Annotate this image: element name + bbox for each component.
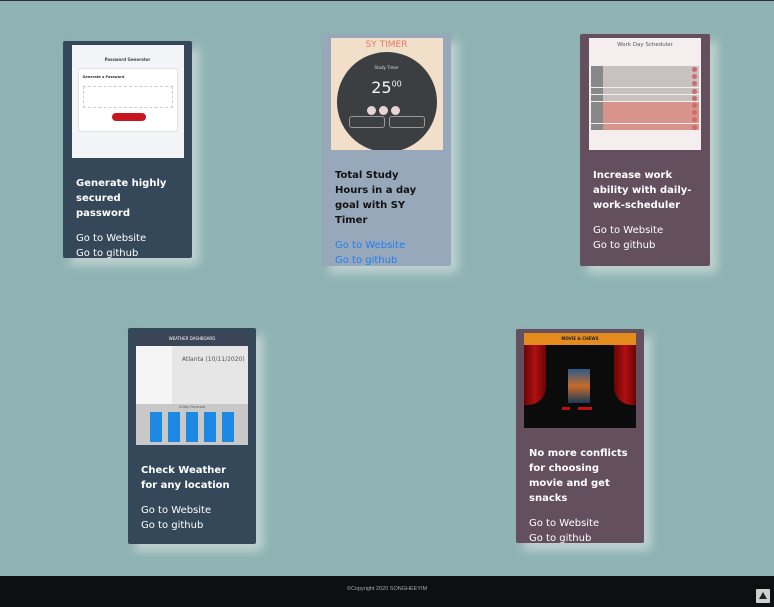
preview-heading: WEATHER DASHBOARD — [136, 332, 248, 346]
copyright-text: ©Copyright 2020 SONGHEEYIM — [346, 586, 428, 592]
project-card-sy-timer: SY TIMER Study Timer 2500 Total Study Ho… — [322, 34, 451, 266]
preview-forecast-label: 5-Day Forecast — [178, 405, 206, 409]
website-link[interactable]: Go to Website — [529, 516, 636, 531]
website-link[interactable]: Go to Website — [335, 238, 443, 253]
github-link[interactable]: Go to github — [141, 518, 248, 533]
movie-chews-preview-image: MOVIE & CHEWS — [524, 333, 636, 428]
github-link[interactable]: Go to github — [529, 531, 636, 546]
footer: ©Copyright 2020 SONGHEEYIM — [0, 576, 774, 607]
sy-timer-preview-image: SY TIMER Study Timer 2500 — [330, 38, 443, 150]
timer-display: 2500 — [371, 78, 402, 97]
preview-panel: Generate a Password — [77, 68, 178, 132]
timer-option-right — [388, 116, 425, 128]
movie-poster — [568, 369, 590, 403]
preview-header-bar: MOVIE & CHEWS — [524, 333, 636, 345]
scheduler-rows — [591, 66, 699, 131]
project-card-password-generator: Password Generator Generate a Password G… — [63, 41, 192, 261]
preview-heading: MOVIE & CHEWS — [561, 336, 599, 341]
preview-current-weather: Atlanta (10/11/2020) — [172, 346, 248, 404]
work-scheduler-preview-image: Work Day Scheduler — [589, 38, 701, 150]
project-card-weather-dashboard: WEATHER DASHBOARD Atlanta (10/11/2020) 5… — [128, 328, 256, 544]
preview-generate-button — [111, 113, 146, 121]
project-card-movie-and-chews: MOVIE & CHEWS No more conflicts for choo… — [516, 329, 644, 546]
preview-forecast: 5-Day Forecast — [136, 404, 248, 445]
curtain-right — [614, 345, 636, 405]
project-title: Generate highly secured password — [76, 178, 167, 219]
password-generator-preview-image: Password Generator Generate a Password — [71, 45, 184, 158]
preview-heading: Work Day Scheduler — [617, 42, 673, 48]
website-link[interactable]: Go to Website — [76, 231, 184, 246]
website-link[interactable]: Go to Website — [593, 223, 702, 238]
timer-label: Study Timer — [374, 65, 399, 70]
preview-heading: Password Generator — [104, 57, 151, 62]
preview-heading: SY TIMER — [365, 40, 408, 50]
preview-textarea — [82, 86, 173, 108]
github-link[interactable]: Go to github — [593, 238, 702, 253]
timer-circle: Study Timer 2500 — [336, 52, 437, 150]
github-link[interactable]: Go to github — [76, 246, 184, 261]
preview-city: Atlanta (10/11/2020) — [182, 356, 245, 363]
project-title: Increase work ability with daily-work-sc… — [593, 170, 692, 211]
preview-sidebar — [136, 346, 172, 404]
curtain-left — [524, 345, 546, 405]
project-title: Check Weather for any location — [141, 465, 230, 491]
timer-option-left — [348, 116, 385, 128]
weather-dashboard-preview-image: WEATHER DASHBOARD Atlanta (10/11/2020) 5… — [136, 332, 248, 445]
project-title: No more conflicts for choosing movie and… — [529, 448, 628, 504]
project-title: Total Study Hours in a day goal with SY … — [335, 170, 417, 226]
preview-subheading: Generate a Password — [82, 75, 125, 79]
github-link[interactable]: Go to github — [335, 253, 443, 268]
website-link[interactable]: Go to Website — [141, 503, 248, 518]
project-card-work-day-scheduler: Work Day Scheduler Increase work ability… — [580, 34, 710, 266]
scroll-to-top-icon[interactable] — [756, 589, 770, 603]
